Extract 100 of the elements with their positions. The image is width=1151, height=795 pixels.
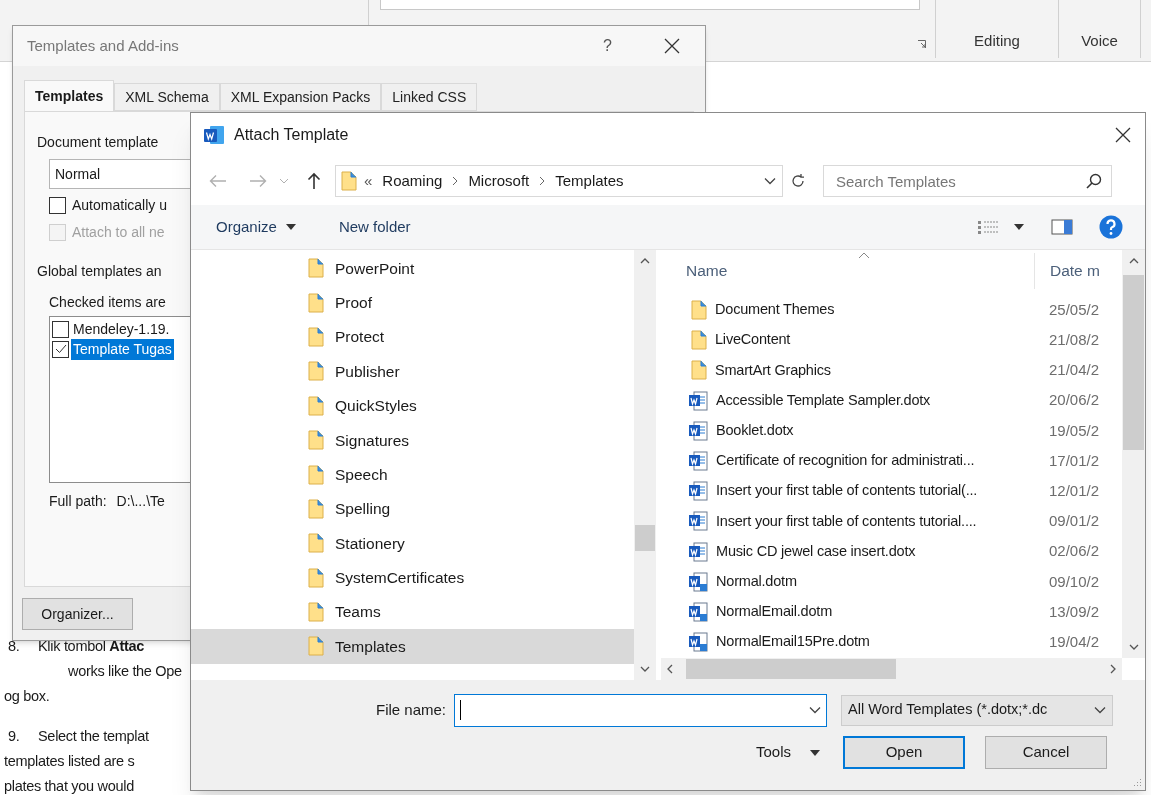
file-name[interactable]: NormalEmail15Pre.dotm — [716, 631, 870, 654]
folder-tree-item[interactable]: Templates — [191, 629, 634, 664]
folder-tree-item[interactable]: Protect — [191, 319, 634, 355]
folder-tree-item[interactable]: Publisher — [191, 354, 634, 389]
folder-tree-item[interactable]: PowerPoint — [191, 251, 634, 286]
document-icon — [688, 632, 708, 653]
list-item[interactable]: Mendeley-1.19. — [71, 318, 172, 340]
breadcrumb-item[interactable]: Templates — [552, 169, 627, 193]
scrollbar-thumb[interactable] — [1123, 275, 1144, 450]
refresh-icon[interactable] — [790, 173, 806, 189]
checkbox[interactable] — [52, 320, 69, 338]
scroll-up-icon[interactable] — [1128, 258, 1139, 264]
folder-tree-item[interactable]: QuickStyles — [191, 388, 634, 423]
document-icon — [688, 511, 708, 532]
dialog-launcher-icon[interactable] — [918, 40, 926, 48]
close-icon[interactable] — [1115, 127, 1131, 143]
help-icon[interactable] — [1099, 215, 1123, 239]
view-list-icon[interactable] — [977, 220, 999, 234]
scroll-down-icon[interactable] — [1128, 644, 1139, 650]
chevron-right-icon — [452, 176, 459, 186]
chevron-down-icon[interactable] — [764, 177, 776, 185]
scrollbar-thumb[interactable] — [635, 525, 655, 551]
date-cell-text: 21/04/2 — [1048, 360, 1100, 381]
breadcrumb-separator: « — [364, 170, 373, 191]
search-icon — [1086, 173, 1102, 189]
file-name[interactable]: Accessible Template Sampler.dotx — [716, 389, 931, 412]
scroll-left-icon[interactable] — [667, 664, 673, 674]
folder-icon — [308, 292, 324, 313]
document-text: Select the templat — [38, 727, 149, 746]
scroll-up-icon[interactable] — [640, 258, 650, 264]
chevron-down-icon — [809, 706, 821, 714]
checkbox[interactable] — [49, 197, 66, 214]
folder-icon — [691, 330, 707, 351]
address-bar[interactable]: « Roaming Microsoft Templates — [335, 165, 783, 197]
dialog-title: Templates and Add-ins — [27, 35, 180, 56]
file-type-dropdown[interactable]: All Word Templates (*.dotx;*.dc — [841, 694, 1113, 726]
checkbox-label: Attach to all ne — [72, 223, 165, 242]
file-name[interactable]: NormalEmail.dotm — [716, 601, 833, 623]
folder-tree-item[interactable]: Stationery — [191, 526, 634, 561]
folder-tree-item[interactable]: SystemCertificates — [191, 560, 634, 595]
folder-tree-item[interactable]: Teams — [191, 594, 634, 630]
dialog-button[interactable]: Cancel — [985, 736, 1108, 769]
folder-tree-item[interactable]: Speech — [191, 457, 634, 492]
list-number: 9. — [8, 727, 21, 746]
file-name[interactable]: LiveContent — [715, 329, 791, 352]
tab[interactable]: Linked CSS — [381, 83, 478, 111]
document-icon — [688, 541, 708, 562]
scrollbar[interactable] — [1122, 250, 1145, 658]
up-arrow-icon[interactable] — [307, 172, 321, 190]
date-cell-text: 19/05/2 — [1048, 420, 1100, 441]
file-name[interactable]: Insert your first table of contents tutorial(... — [716, 480, 978, 503]
help-button[interactable]: ? — [603, 34, 612, 58]
folder-tree-item[interactable]: Spelling — [191, 491, 634, 527]
list-item[interactable]: Template Tugas — [71, 338, 174, 360]
scrollbar[interactable] — [661, 658, 1122, 680]
app-icon — [203, 124, 225, 146]
date-cell-text: 19/04/2 — [1048, 631, 1100, 652]
folder-icon — [308, 258, 324, 279]
file-name[interactable]: Certificate of recognition for administrati... — [716, 450, 975, 472]
tools-menu[interactable]: Tools — [756, 741, 821, 764]
document-text: works like the Ope — [68, 662, 182, 681]
organizer-button[interactable]: Organizer... — [22, 598, 133, 630]
close-icon[interactable] — [664, 38, 680, 54]
resize-grip-icon[interactable] — [1132, 777, 1142, 787]
tab[interactable]: XML Schema — [114, 83, 220, 111]
scrollbar-thumb[interactable] — [686, 659, 896, 679]
file-name[interactable]: Insert your first table of contents tutorial.... — [716, 510, 977, 533]
search-field[interactable]: Search Templates — [823, 165, 1112, 197]
scrollbar[interactable] — [634, 250, 656, 680]
dialog-button[interactable]: Open — [843, 736, 966, 769]
file-name[interactable]: Normal.dotm — [716, 570, 797, 593]
document-icon — [688, 390, 708, 411]
tab[interactable]: Templates — [24, 80, 115, 111]
checkbox[interactable] — [52, 340, 69, 358]
folder-tree-item[interactable]: Signatures — [191, 422, 634, 458]
date-cell-text: 17/01/2 — [1048, 450, 1100, 471]
folder-tree-item[interactable]: Proof — [191, 285, 634, 320]
new-folder-button[interactable]: New folder — [338, 215, 411, 239]
document-text: templates listed are s — [4, 752, 135, 771]
file-name[interactable]: Booklet.dotx — [716, 419, 794, 442]
file-name[interactable]: Document Themes — [715, 299, 835, 321]
check-icon — [54, 344, 67, 354]
input-field[interactable] — [454, 693, 827, 727]
document-icon — [688, 420, 708, 441]
folder-icon — [308, 430, 324, 451]
column-header[interactable]: Date m — [1034, 253, 1100, 289]
file-name[interactable]: Music CD jewel case insert.dotx — [716, 540, 916, 563]
breadcrumb-item[interactable]: Microsoft — [465, 169, 533, 193]
caret-icon[interactable] — [1014, 224, 1024, 230]
breadcrumb-item[interactable]: Roaming — [379, 169, 446, 193]
scroll-right-icon[interactable] — [1110, 664, 1116, 674]
preview-pane-icon[interactable] — [1051, 219, 1073, 235]
organize-menu[interactable]: Organize — [216, 215, 296, 239]
document-icon — [688, 601, 708, 622]
path-text: D:\...\Te — [116, 492, 165, 511]
column-header[interactable]: Name — [661, 259, 1034, 283]
checkbox-label: Automatically u — [72, 196, 167, 215]
scroll-down-icon[interactable] — [640, 666, 650, 672]
file-name[interactable]: SmartArt Graphics — [715, 359, 831, 382]
tab[interactable]: XML Expansion Packs — [219, 83, 382, 111]
